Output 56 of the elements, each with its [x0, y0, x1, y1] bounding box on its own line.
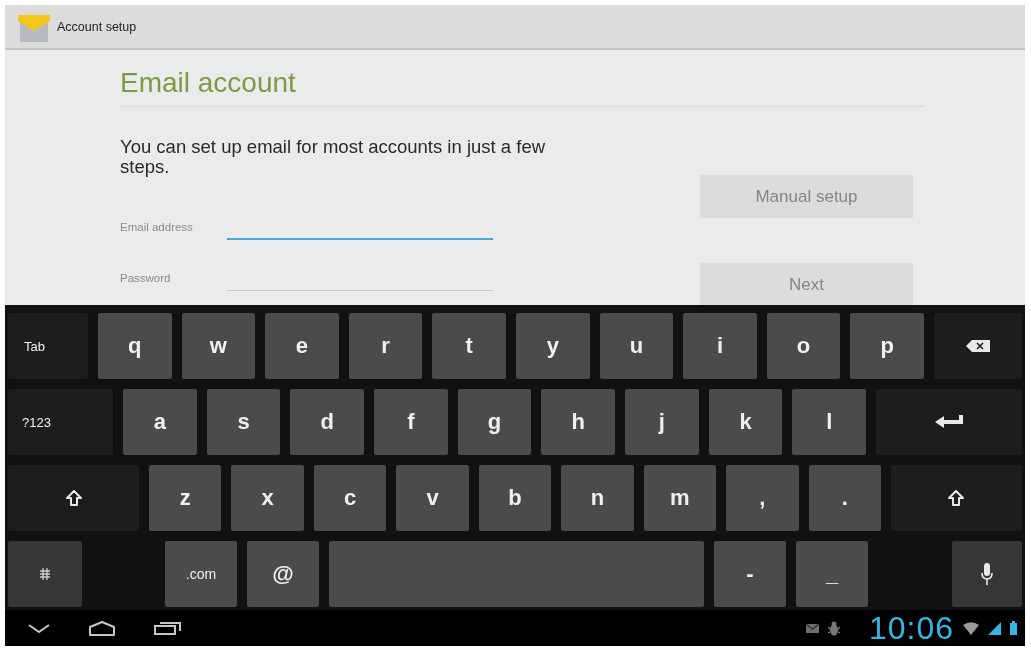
screen-title: Account setup — [57, 19, 137, 34]
keyboard-key[interactable]: b — [478, 465, 552, 531]
description-text: You can set up email for most accounts in just a few steps. — [120, 137, 547, 177]
keyboard-key[interactable]: g — [457, 389, 532, 455]
keyboard-key[interactable]: z — [149, 465, 222, 531]
keyboard-key[interactable]: f — [374, 389, 448, 455]
keyboard-key[interactable]: t — [432, 313, 506, 379]
keyboard-key[interactable]: r — [348, 313, 423, 379]
chevron-down-icon[interactable] — [28, 623, 50, 633]
keyboard-key[interactable]: y — [515, 313, 590, 379]
bug-icon[interactable] — [827, 620, 840, 636]
keyboard-key[interactable]: a — [123, 389, 197, 455]
recent-apps-icon[interactable] — [154, 621, 182, 635]
keyboard-key[interactable]: Tab — [8, 313, 88, 379]
keyboard-key[interactable]: k — [708, 389, 783, 455]
signal-icon — [988, 621, 1001, 635]
microphone-key[interactable] — [952, 541, 1022, 607]
backspace-key[interactable] — [933, 313, 1022, 379]
keyboard-key[interactable]: ?123 — [8, 389, 113, 455]
keyboard-key[interactable]: _ — [796, 541, 868, 607]
envelope-icon[interactable] — [805, 623, 819, 633]
field-label: Email address — [120, 220, 194, 233]
wifi-icon — [963, 621, 979, 635]
keyboard-key[interactable]: u — [599, 313, 674, 379]
microphone-icon — [981, 563, 993, 585]
keyboard-key[interactable]: , — [726, 465, 799, 531]
field-label: Password — [120, 271, 172, 284]
shift-arrow-icon — [948, 490, 965, 506]
keyboard-key[interactable]: e — [265, 313, 339, 379]
keyboard-key[interactable]: m — [643, 465, 717, 531]
keyboard-key[interactable]: c — [313, 465, 387, 531]
keyboard-key[interactable]: o — [766, 313, 841, 379]
keyboard-key[interactable]: .com — [165, 541, 237, 607]
keyboard-key[interactable]: d — [290, 389, 364, 455]
hash-icon — [39, 568, 51, 580]
keyboard-key[interactable]: n — [561, 465, 634, 531]
keyboard-key[interactable]: @ — [247, 541, 319, 607]
keyboard-key[interactable]: v — [396, 465, 469, 531]
shift-arrow-icon — [65, 490, 82, 506]
battery-icon — [1010, 621, 1017, 635]
keyboard-key[interactable]: q — [98, 313, 172, 379]
form-heading: Email account — [120, 66, 297, 100]
keyboard-key[interactable]: w — [181, 313, 256, 379]
keyboard-key[interactable]: l — [792, 389, 867, 455]
keyboard-key[interactable]: j — [625, 389, 699, 455]
keyboard-key[interactable]: x — [231, 465, 304, 531]
home-icon[interactable] — [88, 620, 116, 636]
keyboard-key[interactable]: . — [808, 465, 881, 531]
keyboard-key[interactable]: i — [683, 313, 757, 379]
enter-arrow-icon — [935, 415, 964, 429]
keyboard-key[interactable]: h — [541, 389, 616, 455]
keyboard-key[interactable]: p — [850, 313, 924, 379]
clock-time: 10:06 — [868, 611, 954, 645]
backspace-icon — [965, 340, 990, 352]
keyboard-key[interactable]: s — [206, 389, 281, 455]
keyboard-key[interactable]: - — [714, 541, 786, 607]
